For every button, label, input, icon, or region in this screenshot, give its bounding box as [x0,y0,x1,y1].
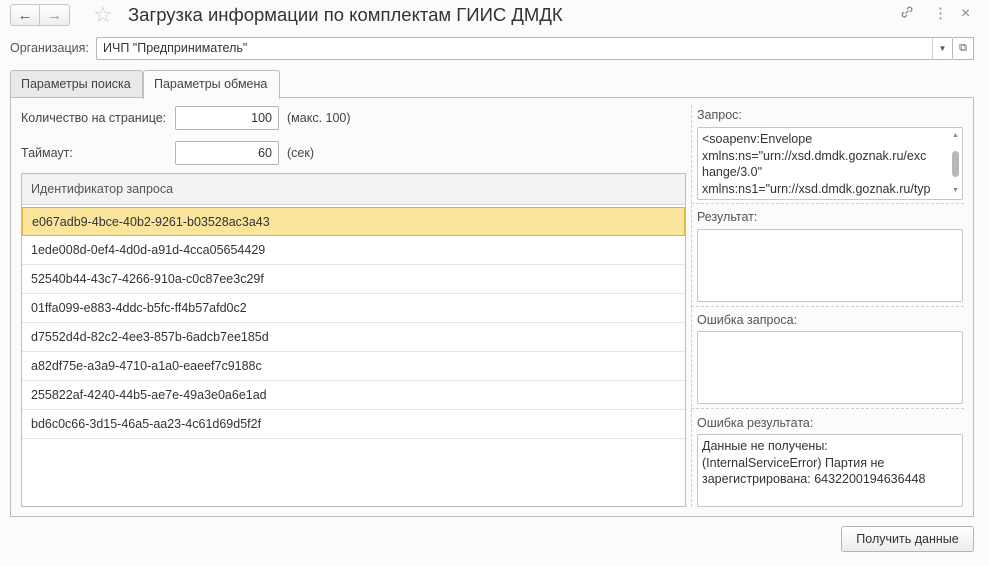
scroll-down-icon[interactable]: ▼ [951,187,960,195]
table-header[interactable]: Идентификатор запроса [22,174,685,205]
link-icon[interactable] [899,4,915,26]
request-id-table[interactable]: Идентификатор запроса e067adb9-4bce-40b2… [21,173,686,507]
close-icon[interactable]: × [961,4,970,24]
more-menu-icon[interactable]: ⋮ [933,4,948,24]
chevron-down-icon[interactable]: ▼ [932,38,952,59]
request-error-label: Ошибка запроса: [697,313,798,327]
timeout-hint: (сек) [287,146,314,160]
table-row[interactable]: e067adb9-4bce-40b2-9261-b03528ac3a43 [22,207,685,236]
arrow-left-icon: ← [17,6,33,24]
request-line: xmlns:ns="urn://xsd.dmdk.goznak.ru/exc [702,148,927,163]
scroll-thumb[interactable] [952,151,959,177]
result-error-line: зарегистрирована: 6432200194636448 [702,472,926,486]
request-label: Запрос: [697,108,742,122]
divider [691,408,964,409]
table-row[interactable]: bd6c0c66-3d15-46a5-aa23-4c61d69d5f2f [22,410,685,439]
tab-exchange-params[interactable]: Параметры обмена [143,70,280,99]
request-error-textarea[interactable] [697,331,963,404]
organization-value: ИЧП "Предприниматель" [103,41,248,55]
result-error-label: Ошибка результата: [697,416,814,430]
scroll-up-icon[interactable]: ▲ [951,132,960,140]
divider [691,306,964,307]
per-page-hint: (макс. 100) [287,111,351,125]
result-error-line: Данные не получены: [702,439,828,453]
arrow-right-icon: → [47,6,62,24]
table-row[interactable]: a82df75e-a3a9-4710-a1a0-eaeef7c9188c [22,352,685,381]
per-page-input[interactable]: 100 [175,106,279,130]
window-title: Загрузка информации по комплектам ГИИС Д… [128,4,563,25]
timeout-label: Таймаут: [21,146,73,160]
table-row[interactable]: 52540b44-43c7-4266-910a-c0c87ee3c29f [22,265,685,294]
table-row[interactable]: d7552d4d-82c2-4ee3-857b-6adcb7ee185d [22,323,685,352]
timeout-input[interactable]: 60 [175,141,279,165]
tab-search-params[interactable]: Параметры поиска [10,70,143,98]
per-page-label: Количество на странице: [21,111,167,125]
request-line: hange/3.0" [702,165,763,179]
table-row[interactable]: 01ffa099-e883-4ddc-b5fc-ff4b57afd0c2 [22,294,685,323]
table-row[interactable]: 1ede008d-0ef4-4d0d-a91d-4cca05654429 [22,236,685,265]
open-organization-icon[interactable]: ⧉ [953,37,974,60]
table-row[interactable]: 255822af-4240-44b5-ae7e-49a3e0a6e1ad [22,381,685,410]
result-error-line: (InternalServiceError) Партия не [702,455,885,470]
divider [691,203,964,204]
request-scrollbar[interactable]: ▲ ▼ [951,131,960,196]
favorite-star-icon[interactable]: ☆ [93,2,113,28]
request-line: xmlns:ns1="urn://xsd.dmdk.goznak.ru/typ [702,181,931,196]
result-textarea[interactable] [697,229,963,302]
request-textarea[interactable]: <soapenv:Envelope xmlns:ns="urn://xsd.dm… [697,127,963,200]
result-label: Результат: [697,210,758,224]
organization-field[interactable]: ИЧП "Предприниматель" ▼ [96,37,953,60]
get-data-button[interactable]: Получить данные [841,526,974,552]
forward-button[interactable]: → [40,4,70,26]
result-error-textarea[interactable]: Данные не получены: (InternalServiceErro… [697,434,963,507]
back-button[interactable]: ← [10,4,40,26]
request-line: <soapenv:Envelope [702,132,813,146]
organization-label: Организация: [10,41,89,55]
